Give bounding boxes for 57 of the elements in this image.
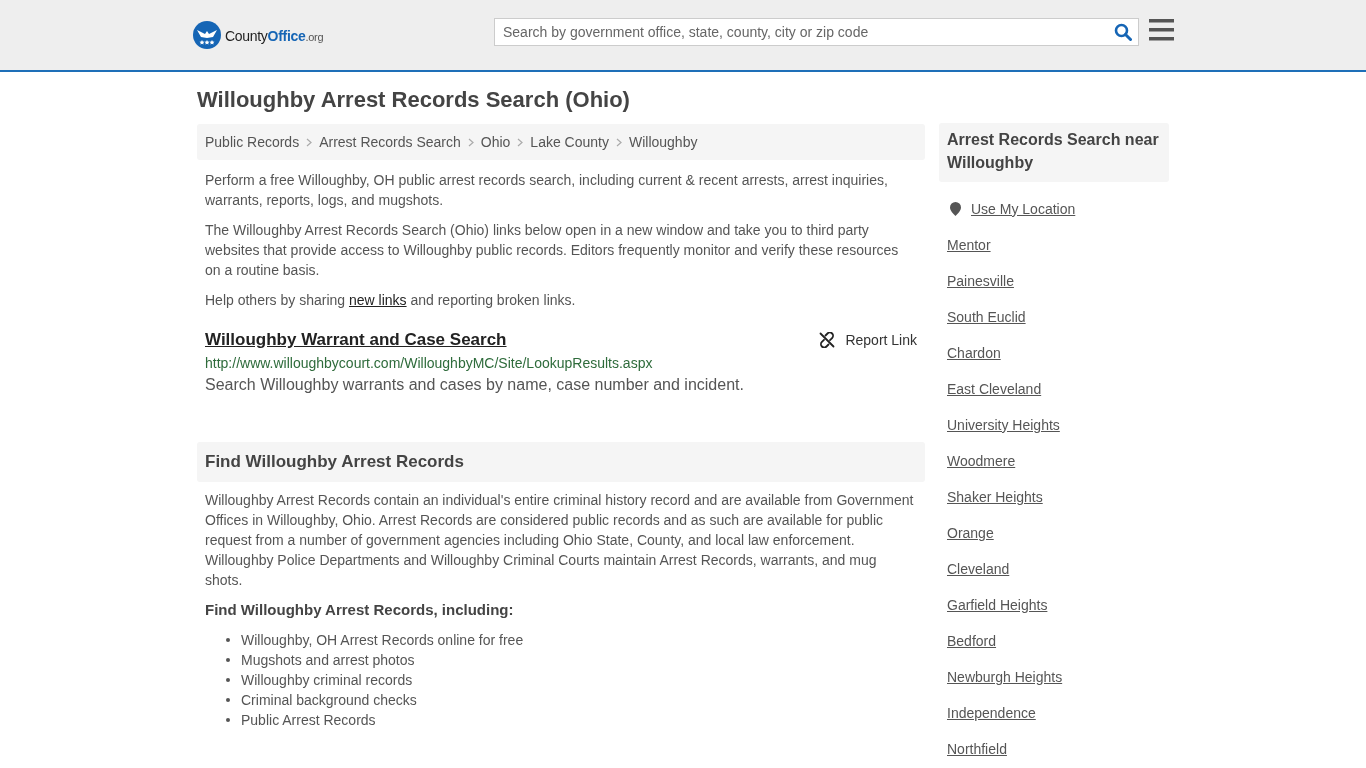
chevron-icon — [615, 137, 622, 147]
place-link[interactable]: Bedford — [947, 630, 997, 652]
search-field[interactable]: Search by government office, state, county, city or zip code — [494, 18, 1139, 46]
place-link[interactable]: Shaker Heights — [947, 486, 1043, 508]
search-icon — [1114, 23, 1132, 41]
section-paragraph: Willoughby Arrest Records contain an individual's entire criminal history record and are available from Government Offices in Willoughby, Ohio. Arrest Records are considered public records and as such are available for public request from a number of government agencies including Ohio State, County, and local law enforcement. Willoughby Police Departments and Willoughby Criminal Courts maintain Arrest Records, warrants, and mug shots. — [204, 491, 915, 590]
breadcrumb-link[interactable]: Willoughby — [628, 131, 698, 153]
list-item: Criminal background checks — [241, 691, 417, 710]
bullet-icon — [226, 658, 230, 662]
link-url: http://www.willoughbycourt.com/WilloughbyMC/Site/LookupResults.aspx — [205, 354, 653, 373]
place-link[interactable]: Northfield — [947, 738, 1007, 760]
place-link[interactable]: Garfield Heights — [947, 594, 1048, 616]
chevron-icon — [306, 137, 313, 147]
place-link[interactable]: Painesville — [947, 270, 1014, 292]
list-item: Willoughby, OH Arrest Records online for free — [241, 631, 524, 650]
bullet-icon — [226, 678, 230, 682]
search-button[interactable] — [1113, 22, 1133, 42]
breadcrumb-link[interactable]: Lake County — [530, 131, 609, 153]
link-title[interactable]: Willoughby Warrant and Case Search — [205, 328, 507, 352]
link-description: Search Willoughby warrants and cases by name, case number and incident. — [205, 375, 744, 395]
breadcrumb-link[interactable]: Ohio — [480, 131, 511, 153]
place-link[interactable]: Mentor — [947, 234, 991, 256]
menu-button[interactable] — [1149, 19, 1174, 41]
chevron-icon — [467, 137, 474, 147]
bullet-icon — [226, 698, 230, 702]
place-link[interactable]: Orange — [947, 522, 994, 544]
breadcrumb-link[interactable]: Public Records — [205, 131, 300, 153]
sidebar-heading: Arrest Records Search near Willoughby — [939, 123, 1169, 182]
place-link[interactable]: University Heights — [947, 414, 1060, 436]
map-pin-icon — [950, 202, 961, 216]
new-links-link[interactable]: new links — [348, 292, 407, 308]
place-link[interactable]: Cleveland — [947, 558, 1010, 580]
intro-paragraph: The Willoughby Arrest Records Search (Ohio) links below open in a new window and take you to third party websites that provide access to Willoughby public records. Editors frequently monitor and verify these resources on a routine basis. — [205, 221, 900, 280]
broken-link-icon — [819, 332, 836, 348]
use-location-link[interactable]: Use My Location — [971, 198, 1076, 220]
place-link[interactable]: East Cleveland — [947, 378, 1042, 400]
logo-icon — [193, 21, 221, 49]
logo-text[interactable]: CountyOffice.org — [225, 26, 324, 46]
page-title: Willoughby Arrest Records Search (Ohio) — [197, 86, 630, 114]
list-item: Mugshots and arrest photos — [241, 651, 415, 670]
place-link[interactable]: South Euclid — [947, 306, 1026, 328]
bullet-icon — [226, 718, 230, 722]
place-link[interactable]: Woodmere — [947, 450, 1016, 472]
help-text: Help others by sharing new links and reporting broken links. — [205, 291, 576, 310]
place-link[interactable]: Newburgh Heights — [947, 666, 1063, 688]
bullet-icon — [226, 638, 230, 642]
section-heading: Find Willoughby Arrest Records — [197, 442, 925, 482]
place-link[interactable]: Chardon — [947, 342, 1001, 364]
intro-paragraph: Perform a free Willoughby, OH public arrest records search, including current & recent arrests, arrest inquiries, warrants, reports, logs, and mugshots. — [205, 171, 889, 210]
place-link[interactable]: Independence — [947, 702, 1036, 724]
list-item: Public Arrest Records — [241, 711, 376, 730]
list-item: Willoughby criminal records — [241, 671, 413, 690]
breadcrumb-link[interactable]: Arrest Records Search — [319, 131, 461, 153]
section-subheading: Find Willoughby Arrest Records, including: — [204, 600, 515, 620]
menu-icon — [1149, 19, 1174, 41]
chevron-icon — [517, 137, 524, 147]
report-link-button[interactable]: Report Link — [819, 329, 917, 351]
